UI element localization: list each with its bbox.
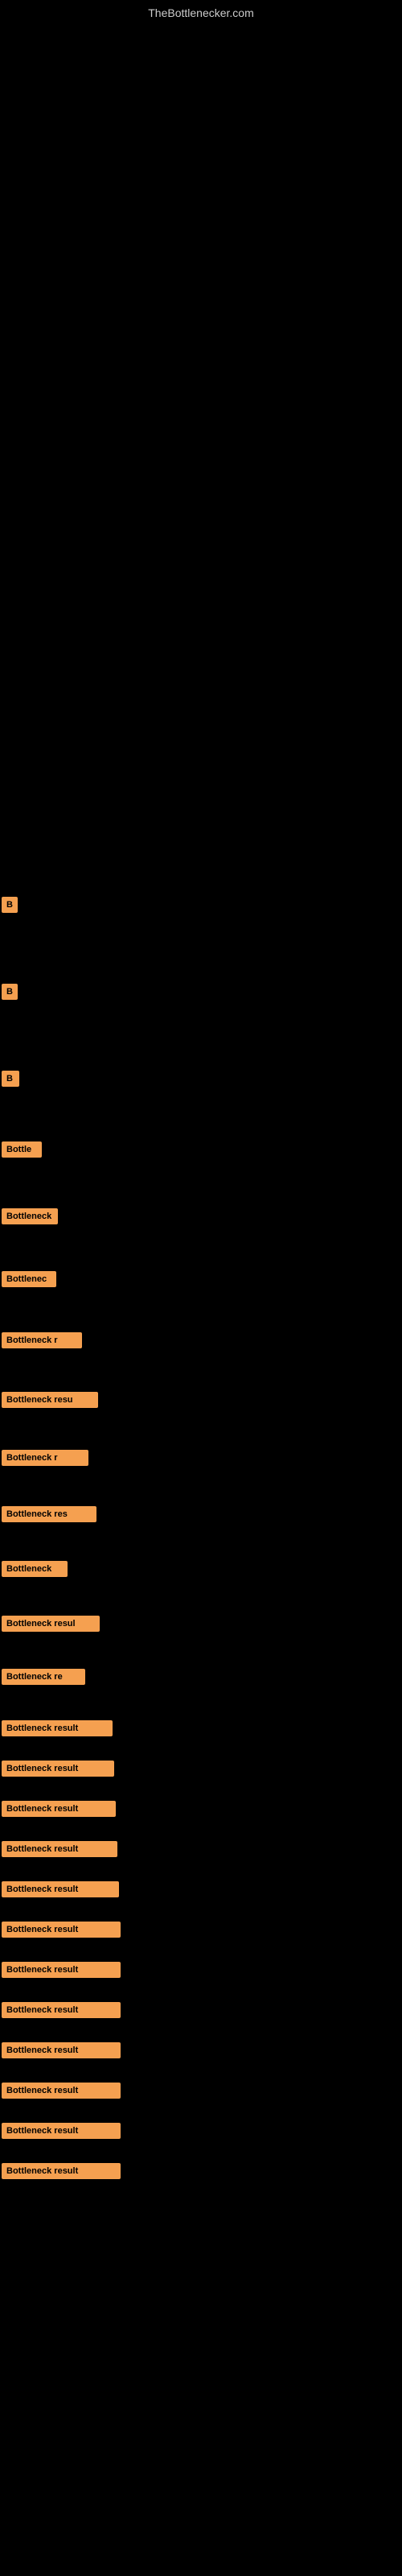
result-badge-22: Bottleneck result	[2, 2042, 121, 2058]
result-badge-16: Bottleneck result	[2, 1801, 116, 1817]
spacer-j	[2, 1542, 400, 1558]
result-badge-13: Bottleneck re	[2, 1669, 85, 1685]
result-item-6: Bottlenec	[2, 1268, 400, 1290]
spacer-k	[2, 1596, 400, 1612]
result-badge-6: Bottlenec	[2, 1271, 56, 1287]
spacer-i	[2, 1485, 400, 1503]
result-badge-11: Bottleneck	[2, 1561, 68, 1577]
result-item-7: Bottleneck r	[2, 1329, 400, 1352]
site-title: TheBottlenecker.com	[0, 0, 402, 24]
result-item-18: Bottleneck result	[2, 1878, 400, 1901]
result-badge-1: B	[2, 897, 18, 913]
result-badge-24: Bottleneck result	[2, 2123, 121, 2139]
site-header: TheBottlenecker.com	[0, 0, 402, 24]
result-item-23: Bottleneck result	[2, 2079, 400, 2102]
spacer-f	[2, 1307, 400, 1329]
result-item-1: B	[2, 894, 400, 916]
result-badge-7: Bottleneck r	[2, 1332, 82, 1348]
result-item-3: B	[2, 1067, 400, 1090]
result-badge-4: Bottle	[2, 1141, 42, 1158]
spacer-l	[2, 1651, 400, 1666]
page-wrapper: TheBottlenecker.com B B B Bottle Bottlen…	[0, 0, 402, 2182]
result-badge-19: Bottleneck result	[2, 1922, 121, 1938]
result-item-14: Bottleneck result	[2, 1717, 400, 1740]
result-badge-3: B	[2, 1071, 19, 1087]
top-black-section	[0, 24, 402, 894]
result-item-16: Bottleneck result	[2, 1798, 400, 1820]
result-item-8: Bottleneck resu	[2, 1389, 400, 1411]
result-badge-23: Bottleneck result	[2, 2083, 121, 2099]
results-container: B B B Bottle Bottleneck Bottlenec Bottle…	[0, 894, 402, 2182]
result-badge-18: Bottleneck result	[2, 1881, 119, 1897]
result-badge-10: Bottleneck res	[2, 1506, 96, 1522]
result-item-17: Bottleneck result	[2, 1838, 400, 1860]
result-badge-21: Bottleneck result	[2, 2002, 121, 2018]
result-item-20: Bottleneck result	[2, 1959, 400, 1981]
result-item-19: Bottleneck result	[2, 1918, 400, 1941]
result-item-12: Bottleneck resul	[2, 1612, 400, 1635]
result-badge-8: Bottleneck resu	[2, 1392, 98, 1408]
spacer-c	[2, 1106, 400, 1138]
result-item-10: Bottleneck res	[2, 1503, 400, 1525]
result-badge-20: Bottleneck result	[2, 1962, 121, 1978]
spacer-e	[2, 1244, 400, 1268]
result-badge-17: Bottleneck result	[2, 1841, 117, 1857]
result-badge-5: Bottleneck	[2, 1208, 58, 1224]
result-item-22: Bottleneck result	[2, 2039, 400, 2062]
result-item-25: Bottleneck result	[2, 2160, 400, 2182]
spacer-h	[2, 1427, 400, 1447]
result-item-2: B	[2, 980, 400, 1003]
result-badge-2: B	[2, 984, 18, 1000]
result-item-15: Bottleneck result	[2, 1757, 400, 1780]
result-badge-25: Bottleneck result	[2, 2163, 121, 2179]
result-badge-14: Bottleneck result	[2, 1720, 113, 1736]
result-item-24: Bottleneck result	[2, 2120, 400, 2142]
result-item-13: Bottleneck re	[2, 1666, 400, 1688]
result-item-11: Bottleneck	[2, 1558, 400, 1580]
spacer-m	[2, 1704, 400, 1717]
result-badge-9: Bottleneck r	[2, 1450, 88, 1466]
spacer-g	[2, 1368, 400, 1389]
result-badge-12: Bottleneck resul	[2, 1616, 100, 1632]
result-item-5: Bottleneck	[2, 1205, 400, 1228]
result-item-21: Bottleneck result	[2, 1999, 400, 2021]
spacer-b	[2, 1019, 400, 1067]
spacer-a	[2, 932, 400, 980]
spacer-d	[2, 1177, 400, 1205]
result-item-4: Bottle	[2, 1138, 400, 1161]
result-badge-15: Bottleneck result	[2, 1761, 114, 1777]
result-item-9: Bottleneck r	[2, 1447, 400, 1469]
